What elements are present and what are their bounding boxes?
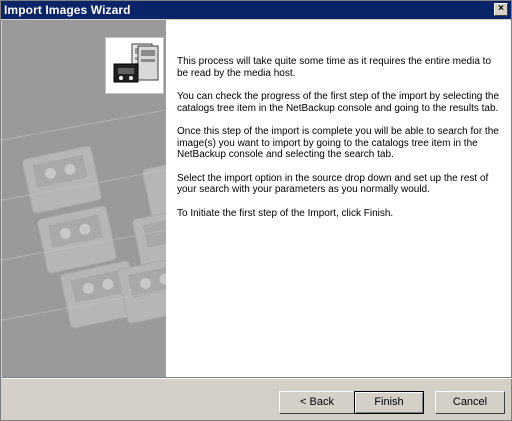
cancel-button[interactable]: Cancel — [435, 391, 505, 414]
finish-button[interactable]: Finish — [354, 391, 424, 414]
paragraph-import-option: Select the import option in the source d… — [177, 172, 489, 196]
paragraph-process-time: This process will take quite some time a… — [177, 56, 492, 79]
title-bar: Import Images Wizard × — [1, 1, 511, 19]
paragraph-initiate: To Initiate the first step of the Import… — [177, 207, 394, 219]
content-panel: This process will take quite some time a… — [166, 20, 511, 377]
watermark-panel — [2, 20, 166, 377]
window-title: Import Images Wizard — [4, 3, 131, 17]
import-images-wizard-window: Import Images Wizard × This process will… — [0, 0, 512, 421]
close-button[interactable]: × — [494, 3, 508, 16]
button-separator — [2, 377, 512, 379]
paragraph-search-images: Once this step of the import is complete… — [177, 126, 499, 160]
import-media-icon — [105, 37, 164, 94]
paragraph-check-progress: You can check the progress of the first … — [177, 91, 500, 114]
back-button[interactable]: < Back — [279, 391, 355, 414]
instructions-text: This process will take quite some time a… — [177, 56, 502, 231]
